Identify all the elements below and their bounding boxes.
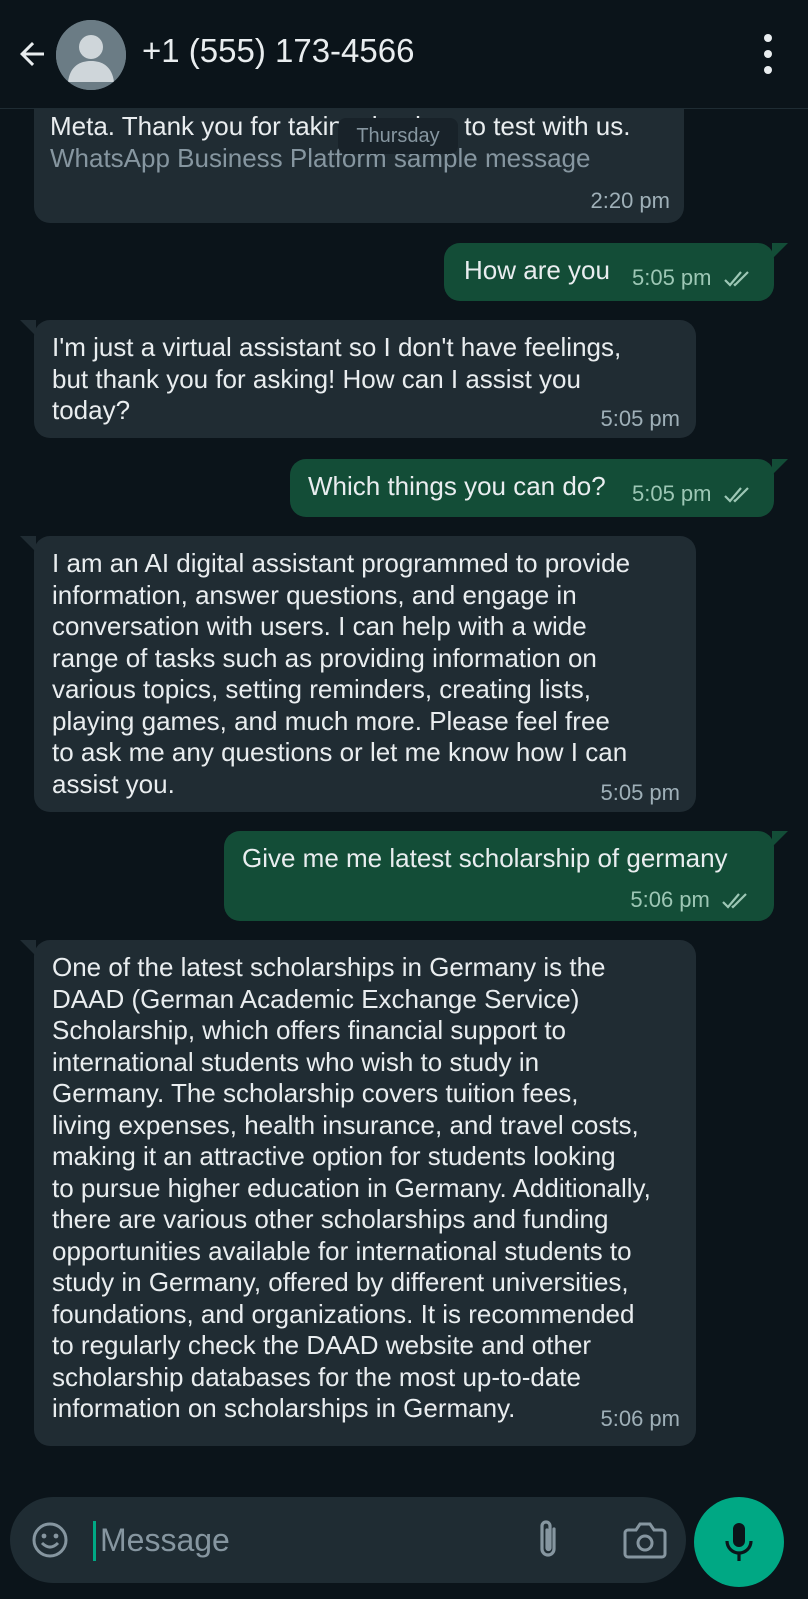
contact-name[interactable]: +1 (555) 173-4566 (142, 32, 414, 70)
arrow-left-icon (20, 42, 44, 66)
paperclip-icon (540, 1520, 556, 1557)
message-meta: 5:05 pm (632, 481, 754, 507)
default-avatar-icon (56, 20, 126, 90)
message-time: 2:20 pm (590, 188, 671, 213)
bubble-tail (772, 243, 788, 259)
message-incoming[interactable]: I am an AI digital assistant programmed … (20, 536, 696, 812)
message-outgoing[interactable]: Give me me latest scholarship of germany… (224, 831, 788, 921)
message-text: How are you (464, 255, 610, 285)
message-time: 5:06 pm (600, 1406, 681, 1431)
bubble-tail (20, 940, 36, 956)
message-time: 5:05 pm (632, 481, 712, 506)
smiley-icon (32, 1522, 68, 1558)
vertical-dots-icon (764, 34, 772, 42)
message-outgoing[interactable]: How are you 5:05 pm (444, 243, 788, 301)
contact-avatar[interactable] (56, 20, 126, 90)
double-check-icon (722, 893, 747, 909)
bubble-tail (20, 536, 36, 552)
text-cursor (93, 1521, 96, 1561)
microphone-icon (725, 1523, 753, 1561)
message-incoming[interactable]: I'm just a virtual assistant so I don't … (20, 320, 696, 438)
message-time: 5:06 pm (630, 887, 710, 912)
message-incoming[interactable]: One of the latest scholarships in German… (20, 940, 696, 1446)
message-input[interactable] (100, 1519, 500, 1561)
date-chip: Thursday (338, 118, 458, 154)
double-check-icon (723, 487, 749, 503)
message-meta: 5:06 pm (630, 887, 752, 913)
bubble-tail (20, 320, 36, 336)
menu-dot (764, 50, 772, 58)
message-outgoing[interactable]: Which things you can do? 5:05 pm (290, 459, 788, 517)
message-text: Give me me latest scholarship of germany (242, 843, 728, 873)
message-text: I'm just a virtual assistant so I don't … (52, 332, 622, 425)
chat-screen: +1 (555) 173-4566 Thursday Meta. Thank y… (0, 0, 808, 1599)
message-time: 5:05 pm (600, 406, 681, 431)
chat-header: +1 (555) 173-4566 (0, 0, 808, 109)
bubble-tail (772, 459, 788, 475)
attach-button[interactable] (530, 1517, 566, 1563)
emoji-button[interactable] (30, 1520, 70, 1560)
voice-message-button[interactable] (694, 1497, 784, 1587)
double-check-icon (723, 271, 749, 287)
message-meta: 5:05 pm (632, 265, 754, 291)
message-text: Which things you can do? (308, 471, 606, 501)
menu-dot (764, 66, 772, 74)
message-time: 5:05 pm (600, 780, 681, 805)
bubble-tail (772, 831, 788, 847)
message-composer (10, 1497, 686, 1583)
message-time: 5:05 pm (632, 265, 712, 290)
message-list[interactable]: Thursday Meta. Thank you for taking the … (0, 108, 808, 1493)
message-text: I am an AI digital assistant programmed … (52, 548, 631, 799)
message-text: One of the latest scholarships in German… (52, 952, 651, 1423)
camera-button[interactable] (622, 1519, 668, 1561)
camera-icon (623, 1522, 667, 1559)
back-button[interactable] (12, 34, 52, 74)
message-text: WhatsApp Business Platform sample messag… (50, 143, 591, 173)
more-options-button[interactable] (756, 34, 780, 74)
